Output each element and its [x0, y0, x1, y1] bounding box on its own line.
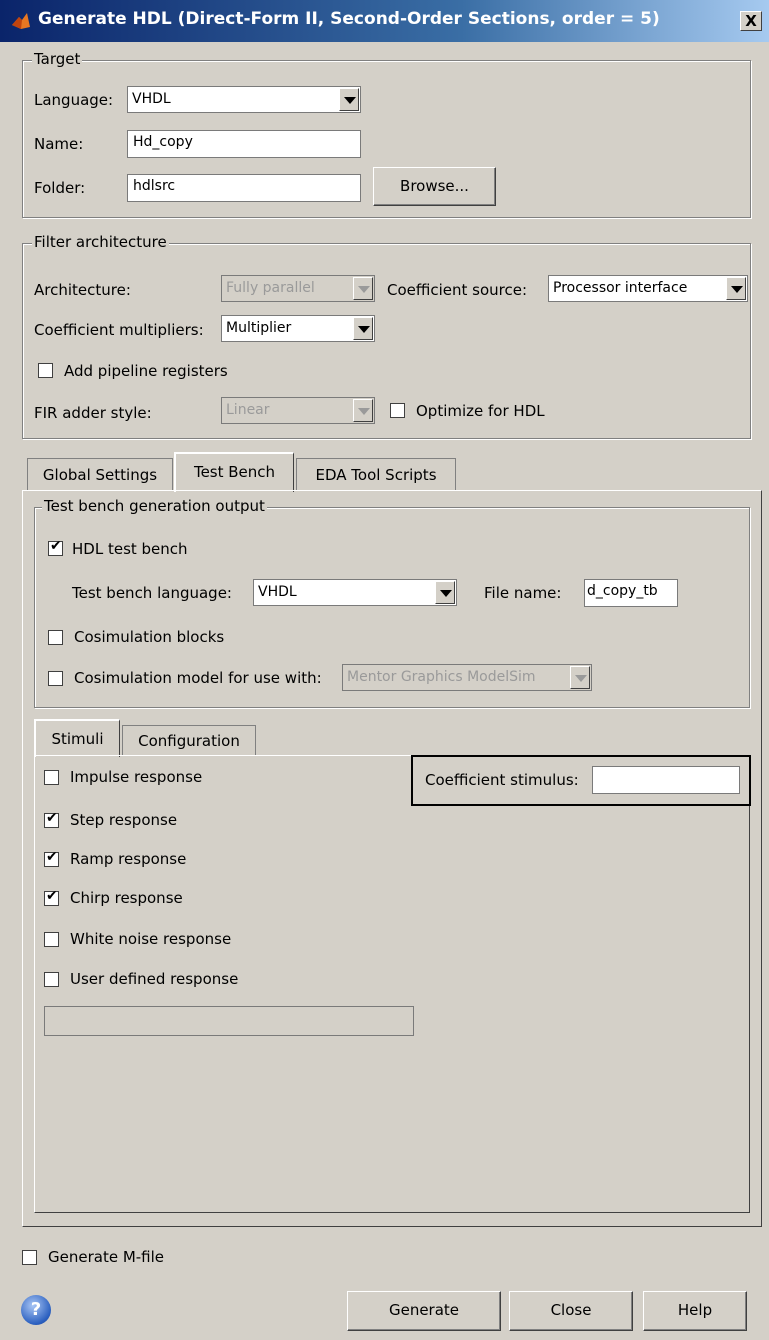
generate-mfile-checkbox[interactable] [22, 1250, 37, 1265]
coefficient-source-label: Coefficient source: [387, 281, 528, 299]
coefficient-stimulus-input[interactable] [592, 766, 740, 794]
coefficient-multipliers-value: Multiplier [226, 320, 292, 336]
help-icon[interactable]: ? [21, 1295, 51, 1325]
chirp-response-checkbox[interactable] [44, 888, 59, 906]
tb-language-select[interactable]: VHDL [253, 579, 457, 606]
coefficient-stimulus-label: Coefficient stimulus: [425, 771, 579, 789]
cosim-model-checkbox[interactable] [48, 671, 63, 686]
coefficient-source-select[interactable]: Processor interface [548, 275, 748, 302]
file-name-label: File name: [484, 584, 562, 602]
architecture-label: Architecture: [34, 281, 131, 299]
ramp-response-label: Ramp response [70, 850, 187, 868]
step-response-label: Step response [70, 811, 178, 829]
cosim-blocks-label: Cosimulation blocks [74, 628, 225, 646]
ramp-response-checkbox[interactable] [44, 849, 59, 867]
hdl-test-bench-label: HDL test bench [72, 540, 188, 558]
fir-adder-style-value: Linear [226, 402, 270, 418]
chirp-response-label: Chirp response [70, 889, 183, 907]
tab-stimuli-label: Stimuli [51, 730, 104, 748]
tab-test-bench-label: Test Bench [193, 463, 276, 481]
fir-adder-style-select: Linear [221, 397, 375, 424]
chevron-down-icon [570, 666, 590, 689]
tb-output-legend: Test bench generation output [42, 497, 267, 515]
white-noise-response-checkbox[interactable] [44, 932, 59, 947]
tab-eda-tool-scripts-label: EDA Tool Scripts [315, 466, 437, 484]
chevron-down-icon [353, 399, 373, 422]
chevron-down-icon [726, 277, 746, 300]
user-defined-response-input [44, 1006, 414, 1036]
tab-configuration-label: Configuration [138, 732, 240, 750]
tab-test-bench[interactable]: Test Bench [174, 452, 294, 492]
architecture-value: Fully parallel [226, 280, 315, 296]
folder-input[interactable]: hdlsrc [127, 174, 361, 202]
optimize-hdl-label: Optimize for HDL [416, 402, 545, 420]
fir-adder-style-label: FIR adder style: [34, 404, 152, 422]
language-select[interactable]: VHDL [127, 86, 361, 113]
coefficient-multipliers-label: Coefficient multipliers: [34, 321, 204, 339]
cosim-model-label: Cosimulation model for use with: [74, 669, 322, 687]
tb-language-value: VHDL [258, 584, 297, 600]
help-button-label: Help [677, 1301, 713, 1319]
filter-architecture-legend: Filter architecture [32, 233, 169, 251]
user-defined-response-checkbox[interactable] [44, 972, 59, 987]
tab-configuration[interactable]: Configuration [122, 725, 256, 756]
tab-stimuli[interactable]: Stimuli [34, 719, 120, 757]
language-value: VHDL [132, 91, 171, 107]
chevron-down-icon [435, 581, 455, 604]
optimize-hdl-checkbox[interactable] [390, 403, 405, 418]
tab-eda-tool-scripts[interactable]: EDA Tool Scripts [296, 458, 456, 491]
user-defined-response-label: User defined response [70, 970, 239, 988]
target-legend: Target [32, 50, 83, 68]
name-label: Name: [34, 135, 84, 153]
pipeline-registers-checkbox[interactable] [38, 363, 53, 378]
cosim-model-select: Mentor Graphics ModelSim [342, 664, 592, 691]
impulse-response-label: Impulse response [70, 768, 203, 786]
browse-button[interactable]: Browse... [373, 167, 496, 206]
file-name-input[interactable]: d_copy_tb [584, 579, 678, 607]
step-response-checkbox[interactable] [44, 810, 59, 828]
language-label: Language: [34, 91, 114, 109]
close-button[interactable]: Close [509, 1291, 633, 1331]
generate-mfile-label: Generate M-file [48, 1248, 165, 1266]
tb-language-label: Test bench language: [72, 584, 232, 602]
cosim-model-value: Mentor Graphics ModelSim [347, 669, 536, 685]
generate-button-label: Generate [388, 1301, 460, 1319]
pipeline-registers-label: Add pipeline registers [64, 362, 228, 380]
title-bar: Generate HDL (Direct-Form II, Second-Ord… [0, 0, 769, 42]
white-noise-response-label: White noise response [70, 930, 232, 948]
cosim-blocks-checkbox[interactable] [48, 630, 63, 645]
coefficient-multipliers-select[interactable]: Multiplier [221, 315, 375, 342]
matlab-icon [12, 13, 30, 29]
browse-button-label: Browse... [400, 177, 469, 195]
help-button[interactable]: Help [643, 1291, 747, 1331]
close-window-button[interactable]: X [740, 11, 762, 31]
window-title: Generate HDL (Direct-Form II, Second-Ord… [38, 9, 660, 29]
chevron-down-icon [353, 277, 373, 300]
architecture-select: Fully parallel [221, 275, 375, 302]
name-input[interactable]: Hd_copy [127, 130, 361, 158]
chevron-down-icon [339, 88, 359, 111]
tab-global-settings-label: Global Settings [42, 466, 158, 484]
chevron-down-icon [353, 317, 373, 340]
coefficient-source-value: Processor interface [553, 280, 688, 296]
tab-global-settings[interactable]: Global Settings [27, 458, 173, 491]
generate-button[interactable]: Generate [347, 1291, 501, 1331]
hdl-test-bench-checkbox[interactable] [48, 538, 63, 556]
impulse-response-checkbox[interactable] [44, 770, 59, 785]
close-button-label: Close [550, 1301, 592, 1319]
folder-label: Folder: [34, 179, 86, 197]
